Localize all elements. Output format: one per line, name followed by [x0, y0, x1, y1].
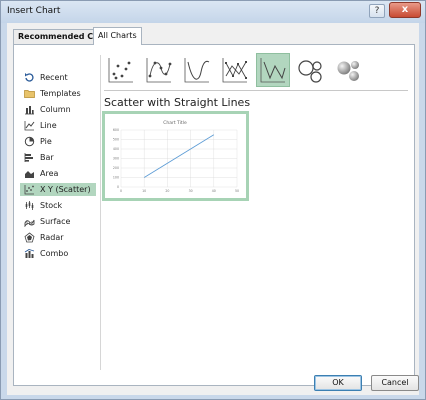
- sidebar-item-label: Recent: [40, 73, 68, 82]
- sidebar-item-label: Pie: [40, 137, 52, 146]
- x-tick-label: 30: [189, 189, 193, 193]
- chart-type-list: Recent Templates Column Line Pie Bar Are…: [20, 71, 96, 381]
- gallery-divider: [104, 90, 408, 91]
- chart-gridlines: [120, 129, 238, 188]
- sidebar-item-label: Line: [40, 121, 57, 130]
- column-chart-icon: [25, 106, 34, 115]
- folder-icon: [24, 90, 35, 98]
- chart-subtype-gallery: [104, 53, 404, 87]
- 3d-bubble-icon: [337, 61, 359, 81]
- series-line: [143, 134, 215, 178]
- subtype-3d-bubble[interactable]: [332, 53, 366, 87]
- help-button[interactable]: ?: [369, 4, 385, 18]
- sidebar-item-xy-scatter[interactable]: X Y (Scatter): [20, 183, 96, 196]
- sidebar-item-label: X Y (Scatter): [40, 185, 91, 194]
- bubble-icon: [298, 60, 322, 83]
- title-bar[interactable]: Insert Chart ? x: [1, 1, 425, 23]
- window-title: Insert Chart: [7, 6, 61, 16]
- sidebar-item-combo[interactable]: Combo: [20, 247, 96, 260]
- y-tick-label: 200: [113, 166, 119, 170]
- subtype-scatter-straight-lines[interactable]: [256, 53, 290, 87]
- bar-chart-icon: [24, 153, 33, 162]
- sidebar-item-radar[interactable]: Radar: [20, 231, 96, 244]
- vertical-divider: [100, 55, 101, 370]
- y-tick-label: 600: [113, 128, 119, 132]
- radar-chart-icon: [24, 232, 35, 243]
- sidebar-item-bar[interactable]: Bar: [20, 151, 96, 164]
- sidebar-item-label: Area: [40, 169, 59, 178]
- sidebar-item-pie[interactable]: Pie: [20, 135, 96, 148]
- cancel-button[interactable]: Cancel: [371, 375, 419, 391]
- y-tick-label: 500: [113, 138, 119, 142]
- scatter-straight-lines-markers-icon: [222, 58, 247, 83]
- x-axis-ticks: 0 10 20 30 40 50: [120, 189, 239, 193]
- x-tick-label: 40: [212, 189, 216, 193]
- y-tick-label: 0: [117, 185, 119, 189]
- y-tick-label: 100: [113, 176, 119, 180]
- subtype-scatter[interactable]: [104, 53, 138, 87]
- chart-type-heading: Scatter with Straight Lines: [104, 96, 251, 109]
- subtype-scatter-smooth-lines-markers[interactable]: [142, 53, 176, 87]
- recent-icon: [25, 73, 34, 82]
- ok-button[interactable]: OK: [314, 375, 362, 391]
- surface-chart-icon: [24, 219, 35, 227]
- scatter-straight-lines-icon: [260, 58, 286, 83]
- sidebar-item-recent[interactable]: Recent: [20, 71, 96, 84]
- sidebar-item-column[interactable]: Column: [20, 103, 96, 116]
- sidebar-item-label: Column: [40, 105, 71, 114]
- tab-all-charts[interactable]: All Charts: [93, 27, 142, 45]
- combo-chart-icon: [24, 249, 35, 258]
- close-button[interactable]: x: [389, 2, 421, 18]
- x-tick-label: 0: [120, 189, 122, 193]
- subtype-bubble[interactable]: [294, 53, 328, 87]
- scatter-chart-icon: [24, 185, 34, 195]
- x-tick-label: 20: [165, 189, 169, 193]
- scatter-smooth-lines-markers-icon: [146, 58, 172, 83]
- chart-preview[interactable]: Chart Title 0 100 200 300 400 500 600 0 10 20 30 4…: [102, 111, 249, 201]
- y-tick-label: 300: [113, 157, 119, 161]
- all-charts-panel: Recent Templates Column Line Pie Bar Are…: [13, 44, 415, 386]
- insert-chart-dialog: Insert Chart ? x Recommended Charts All …: [0, 0, 426, 400]
- sidebar-item-templates[interactable]: Templates: [20, 87, 96, 100]
- dialog-client-area: Recommended Charts All Charts Recent Tem…: [7, 23, 419, 395]
- scatter-smooth-lines-icon: [184, 58, 210, 83]
- sidebar-item-area[interactable]: Area: [20, 167, 96, 180]
- chart-title: Chart Title: [163, 120, 187, 126]
- y-axis-ticks: 0 100 200 300 400 500 600: [113, 128, 119, 189]
- subtype-scatter-straight-lines-markers[interactable]: [218, 53, 252, 87]
- x-tick-label: 10: [142, 189, 146, 193]
- chart-preview-svg: Chart Title 0 100 200 300 400 500 600 0 10 20 30 4…: [113, 120, 239, 193]
- x-tick-label: 50: [235, 189, 239, 193]
- y-tick-label: 400: [113, 147, 119, 151]
- scatter-icon: [108, 58, 133, 83]
- stock-chart-icon: [25, 201, 34, 210]
- chart-series: [143, 134, 215, 178]
- area-chart-icon: [25, 171, 34, 178]
- line-chart-icon: [24, 121, 35, 131]
- sidebar-item-label: Surface: [40, 217, 71, 226]
- sidebar-item-label: Templates: [40, 89, 81, 98]
- subtype-scatter-smooth-lines[interactable]: [180, 53, 214, 87]
- sidebar-item-label: Stock: [40, 201, 63, 210]
- sidebar-item-label: Bar: [40, 153, 54, 162]
- pie-chart-icon: [24, 136, 35, 147]
- sidebar-item-stock[interactable]: Stock: [20, 199, 96, 212]
- sidebar-item-label: Combo: [40, 249, 69, 258]
- sidebar-item-surface[interactable]: Surface: [20, 215, 96, 228]
- sidebar-item-label: Radar: [40, 233, 64, 242]
- sidebar-item-line[interactable]: Line: [20, 119, 96, 132]
